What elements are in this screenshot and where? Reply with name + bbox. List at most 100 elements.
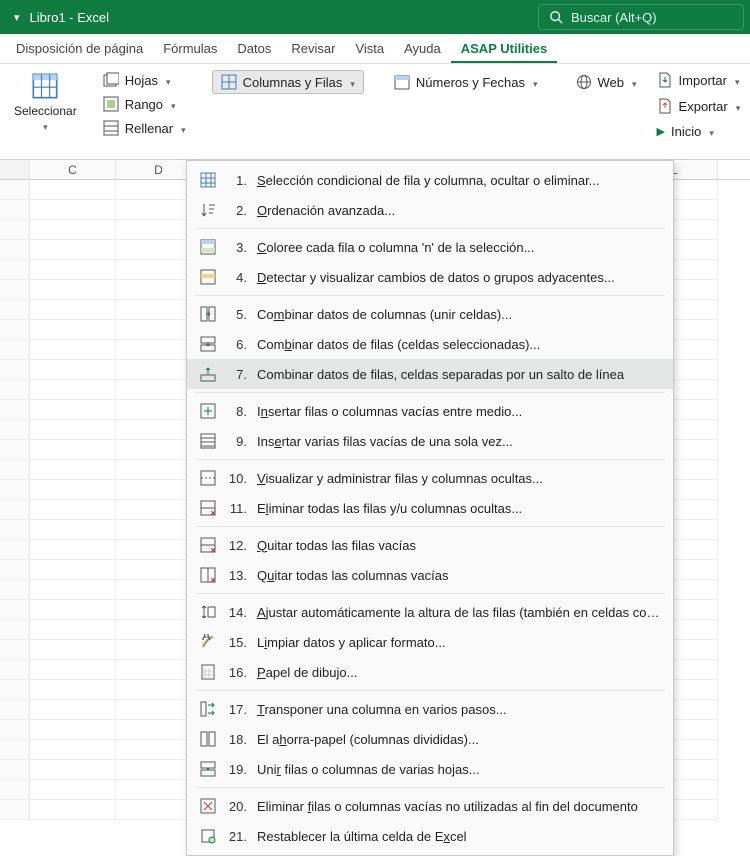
menu-item[interactable]: 11. Eliminar todas las filas y/u columnas… (187, 493, 673, 523)
globe-icon (576, 74, 592, 90)
menu-item-icon (199, 335, 217, 353)
menu-item-label: Eliminar filas o columnas vacías no util… (257, 799, 661, 814)
menu-item-icon (199, 432, 217, 450)
menu-item-label: Papel de dibujo... (257, 665, 661, 680)
menu-item-label: Quitar todas las filas vacías (257, 538, 661, 553)
menu-item[interactable]: 12. Quitar todas las filas vacías (187, 530, 673, 560)
import-icon (657, 72, 673, 88)
menu-item-number: 14. (227, 605, 247, 620)
range-button[interactable]: Rango (99, 94, 190, 114)
menu-item[interactable]: 8.Insertar filas o columnas vacías entre… (187, 396, 673, 426)
menu-item-number: 20. (227, 799, 247, 814)
menu-item-label: El ahorra-papel (columnas divididas)... (257, 732, 661, 747)
menu-item-label: Ajustar automáticamente la altura de las… (257, 605, 661, 620)
tab-asap-utilities[interactable]: ASAP Utilities (451, 35, 557, 63)
menu-item-label: Combinar datos de filas (celdas seleccio… (257, 337, 661, 352)
menu-item[interactable]: 13. Quitar todas las columnas vacías (187, 560, 673, 590)
quick-access-chevron-icon[interactable]: ▾ (14, 11, 20, 24)
menu-item[interactable]: 17. Transponer una columna en varios paso… (187, 694, 673, 724)
menu-item-number: 21. (227, 829, 247, 844)
menu-item[interactable]: 16.Papel de dibujo... (187, 657, 673, 687)
menu-item-number: 17. (227, 702, 247, 717)
menu-item-icon (199, 633, 217, 651)
menu-item-number: 1. (227, 173, 247, 188)
tab-formulas[interactable]: Fórmulas (153, 35, 227, 63)
export-button[interactable]: Exportar (653, 96, 745, 116)
web-button[interactable]: Web (568, 70, 645, 94)
worksheet[interactable]: CDEL 1.Selección condicional de fila y c… (0, 160, 750, 820)
menu-item-label: Coloree cada fila o columna 'n' de la se… (257, 240, 661, 255)
menu-item[interactable]: 3.Coloree cada fila o columna 'n' de la … (187, 232, 673, 262)
menu-item[interactable]: 19.Unir filas o columnas de varias hojas… (187, 754, 673, 784)
sheets-button[interactable]: Hojas (99, 70, 190, 90)
fill-button[interactable]: Rellenar (99, 118, 190, 138)
menu-item-icon (199, 402, 217, 420)
search-input[interactable]: Buscar (Alt+Q) (538, 4, 744, 30)
column-header[interactable] (0, 160, 30, 179)
select-label: Seleccionar (14, 104, 77, 118)
menu-item[interactable]: 14. Ajustar automáticamente la altura de … (187, 597, 673, 627)
menu-item-number: 4. (227, 270, 247, 285)
menu-item-number: 19. (227, 762, 247, 777)
menu-item-icon (199, 760, 217, 778)
menu-item-number: 12. (227, 538, 247, 553)
title-bar: ▾ Libro1 - Excel Buscar (Alt+Q) (0, 0, 750, 34)
ribbon: Seleccionar ▾ Hojas Rango Rellenar Colum… (0, 64, 750, 160)
menu-item[interactable]: 21.Restablecer la última celda de Excel (187, 821, 673, 851)
export-icon (657, 98, 673, 114)
menu-item-label: Ordenación avanzada... (257, 203, 661, 218)
menu-item-label: Selección condicional de fila y columna,… (257, 173, 661, 188)
menu-item-number: 5. (227, 307, 247, 322)
menu-item[interactable]: 2.Ordenación avanzada... (187, 195, 673, 225)
menu-item[interactable]: 7.Combinar datos de filas, celdas separa… (187, 359, 673, 389)
menu-item-label: Quitar todas las columnas vacías (257, 568, 661, 583)
grid-icon (221, 74, 237, 90)
menu-item-icon (199, 171, 217, 189)
menu-item-icon (199, 365, 217, 383)
menu-item-number: 13. (227, 568, 247, 583)
menu-item-label: Detectar y visualizar cambios de datos o… (257, 270, 661, 285)
tab-view[interactable]: Vista (345, 35, 394, 63)
sheets-icon (103, 72, 119, 88)
menu-item-icon (199, 305, 217, 323)
menu-item-icon (199, 238, 217, 256)
menu-item-label: Combinar datos de filas, celdas separada… (257, 367, 661, 382)
tab-data[interactable]: Datos (227, 35, 281, 63)
menu-item[interactable]: 6. Combinar datos de filas (celdas selecc… (187, 329, 673, 359)
menu-item[interactable]: 20. Eliminar filas o columnas vacías no u… (187, 791, 673, 821)
menu-item[interactable]: 10.Visualizar y administrar filas y colu… (187, 463, 673, 493)
menu-item[interactable]: 9. Insertar varias filas vacías de una so… (187, 426, 673, 456)
menu-item-label: Transponer una columna en varios pasos..… (257, 702, 661, 717)
menu-item-label: Eliminar todas las filas y/u columnas oc… (257, 501, 661, 516)
fill-icon (103, 120, 119, 136)
ribbon-tabs: Disposición de página Fórmulas Datos Rev… (0, 34, 750, 64)
tab-review[interactable]: Revisar (281, 35, 345, 63)
menu-item[interactable]: 4. Detectar y visualizar cambios de datos… (187, 262, 673, 292)
menu-item-label: Limpiar datos y aplicar formato... (257, 635, 661, 650)
menu-item-icon (199, 536, 217, 554)
select-table-icon (31, 72, 59, 100)
menu-item-number: 9. (227, 434, 247, 449)
menu-item[interactable]: 15. Limpiar datos y aplicar formato... (187, 627, 673, 657)
column-header[interactable]: C (30, 160, 116, 179)
menu-item-icon (199, 268, 217, 286)
select-button[interactable]: Seleccionar ▾ (8, 70, 83, 135)
menu-item-number: 6. (227, 337, 247, 352)
home-button[interactable]: ▶ Inicio (653, 122, 745, 141)
menu-item-label: Insertar varias filas vacías de una sola… (257, 434, 661, 449)
columns-rows-button[interactable]: Columnas y Filas (212, 70, 364, 94)
menu-item[interactable]: 1. Selección condicional de fila y column… (187, 165, 673, 195)
import-button[interactable]: Importar (653, 70, 745, 90)
menu-item-number: 15. (227, 635, 247, 650)
menu-item-icon (199, 566, 217, 584)
tab-help[interactable]: Ayuda (394, 35, 451, 63)
menu-item[interactable]: 5.Combinar datos de columnas (unir celda… (187, 299, 673, 329)
calendar-icon (394, 74, 410, 90)
menu-item-icon (199, 730, 217, 748)
numbers-dates-button[interactable]: Números y Fechas (386, 70, 546, 94)
menu-item-number: 18. (227, 732, 247, 747)
menu-item-number: 11. (227, 501, 247, 516)
menu-item-icon (199, 469, 217, 487)
tab-page-layout[interactable]: Disposición de página (6, 35, 153, 63)
menu-item[interactable]: 18. El ahorra-papel (columnas divididas).… (187, 724, 673, 754)
